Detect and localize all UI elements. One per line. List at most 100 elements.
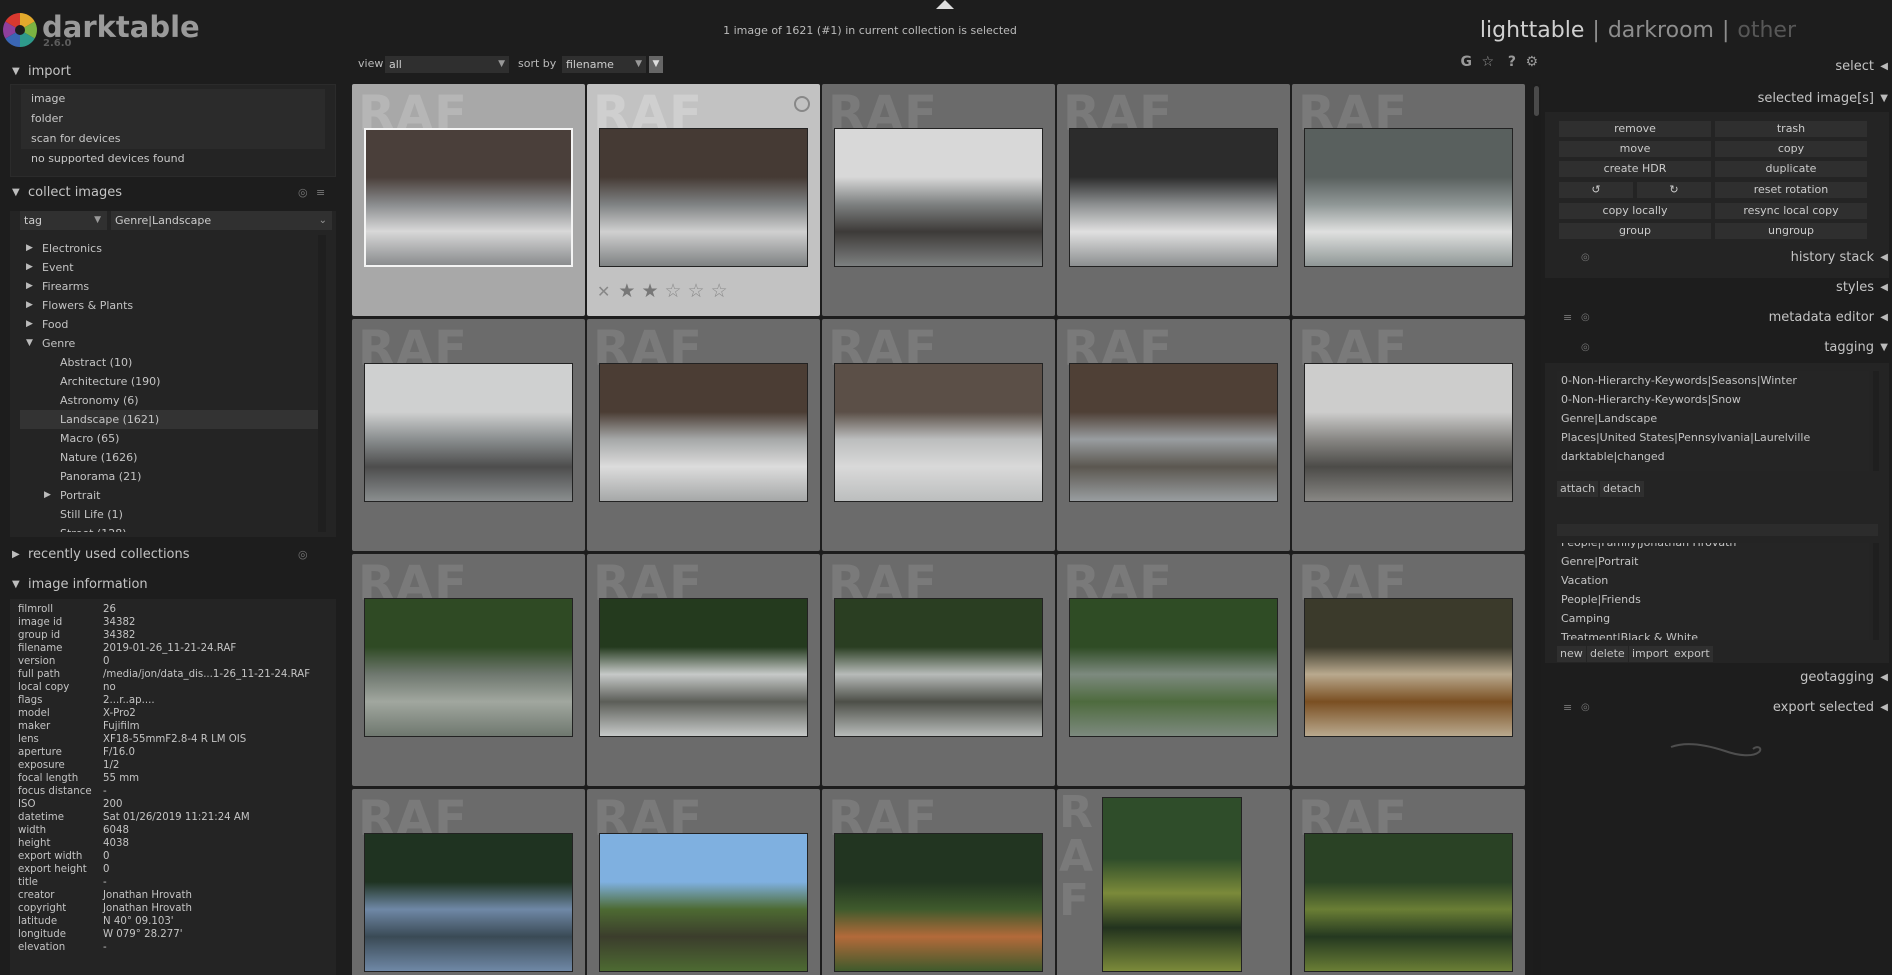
new-tag-button[interactable]: new bbox=[1557, 646, 1586, 662]
reset-icon[interactable]: ◎ bbox=[298, 543, 308, 567]
copy-button[interactable]: copy bbox=[1715, 141, 1867, 157]
tag-tree-scrollbar[interactable] bbox=[318, 235, 326, 532]
thumbnail-cell[interactable]: RAF bbox=[352, 789, 585, 975]
thumbnail-cell[interactable]: RAF bbox=[352, 554, 585, 786]
tree-item[interactable]: ▶ Event bbox=[20, 258, 326, 277]
star-filled-icon[interactable]: ★ bbox=[641, 280, 658, 302]
attached-tag-item[interactable]: Places|United States|Pennsylvania|Laurel… bbox=[1557, 428, 1869, 447]
tag-entry-input[interactable] bbox=[1557, 524, 1878, 536]
thumbnail-cell[interactable]: RAF bbox=[822, 84, 1055, 316]
thumbnail-image[interactable] bbox=[599, 363, 808, 502]
reset-icon[interactable]: ◎ bbox=[1581, 303, 1590, 333]
star-rating[interactable]: ✕ ★ ★ ☆ ☆ ☆ bbox=[597, 280, 734, 302]
remove-button[interactable]: remove bbox=[1559, 121, 1711, 137]
grid-scrollbar-thumb[interactable] bbox=[1534, 86, 1539, 116]
star-overlay-icon[interactable]: ☆ bbox=[1481, 54, 1494, 70]
dictionary-tag-item[interactable]: Camping bbox=[1557, 609, 1869, 628]
thumbnail-image[interactable] bbox=[364, 363, 573, 502]
star-empty-icon[interactable]: ☆ bbox=[688, 280, 705, 302]
attached-tag-item[interactable]: darktable|changed bbox=[1557, 447, 1869, 466]
thumbnail-image[interactable] bbox=[834, 128, 1043, 267]
view-other[interactable]: other bbox=[1737, 18, 1796, 43]
tree-item[interactable]: Nature (1626) bbox=[20, 448, 326, 467]
thumbnail-image[interactable] bbox=[1069, 128, 1278, 267]
thumbnail-image[interactable] bbox=[364, 833, 573, 972]
star-empty-icon[interactable]: ☆ bbox=[711, 280, 728, 302]
view-lighttable[interactable]: lighttable bbox=[1480, 18, 1584, 43]
move-button[interactable]: move bbox=[1559, 141, 1711, 157]
reset-icon[interactable]: ◎ bbox=[1581, 333, 1590, 363]
reset-icon[interactable]: ◎ bbox=[298, 181, 308, 205]
metadata-editor-header[interactable]: ≡ ◎ metadata editor ◀ bbox=[1545, 303, 1892, 333]
star-filled-icon[interactable]: ★ bbox=[618, 280, 635, 302]
thumbnail-cell[interactable]: R A F bbox=[1057, 789, 1290, 975]
detach-button[interactable]: detach bbox=[1600, 481, 1644, 497]
attached-tags-scrollbar[interactable] bbox=[1873, 371, 1879, 471]
presets-icon[interactable]: ≡ bbox=[1563, 303, 1572, 333]
copy-locally-button[interactable]: copy locally bbox=[1559, 203, 1711, 219]
styles-header[interactable]: styles ◀ bbox=[1545, 273, 1892, 303]
selected-images-header[interactable]: selected image[s] ▼ bbox=[1545, 86, 1892, 112]
thumbnail-image[interactable] bbox=[1069, 363, 1278, 502]
tree-item[interactable]: Astronomy (6) bbox=[20, 391, 326, 410]
group-icon[interactable] bbox=[794, 96, 810, 112]
thumbnail-image[interactable] bbox=[599, 598, 808, 737]
thumbnail-cell[interactable]: RAF bbox=[822, 789, 1055, 975]
view-filter-select[interactable]: all ▼ bbox=[385, 56, 509, 73]
thumbnail-cell[interactable]: RAF bbox=[352, 84, 585, 316]
expander-right-icon[interactable]: ▶ bbox=[26, 296, 33, 315]
export-tags-button[interactable]: export bbox=[1671, 646, 1713, 662]
dictionary-tag-item[interactable]: Treatment|Black & White bbox=[1557, 628, 1869, 640]
dictionary-tag-item[interactable]: Genre|Portrait bbox=[1557, 552, 1869, 571]
preferences-gear-icon[interactable]: ⚙ bbox=[1525, 54, 1538, 70]
attached-tag-item[interactable]: Genre|Landscape bbox=[1557, 409, 1869, 428]
collect-query-input[interactable]: Genre|Landscape ⌄ bbox=[111, 211, 332, 230]
import-image-button[interactable]: image bbox=[21, 89, 325, 109]
thumbnail-cell[interactable]: RAF ✕ ★ ★ ☆ ☆ ☆ bbox=[587, 84, 820, 316]
thumbnail-cell[interactable]: RAF bbox=[1292, 789, 1525, 975]
thumbnail-image[interactable] bbox=[1304, 833, 1513, 972]
thumbnail-cell[interactable]: RAF bbox=[822, 319, 1055, 551]
star-empty-icon[interactable]: ☆ bbox=[665, 280, 682, 302]
scan-devices-button[interactable]: scan for devices bbox=[21, 129, 325, 149]
duplicate-button[interactable]: duplicate bbox=[1715, 161, 1867, 177]
thumbnail-cell[interactable]: RAF bbox=[1057, 319, 1290, 551]
expander-down-icon[interactable]: ▼ bbox=[26, 334, 33, 353]
grid-scrollbar[interactable] bbox=[1533, 84, 1541, 975]
presets-icon[interactable]: ≡ bbox=[1563, 693, 1572, 723]
rotate-ccw-button[interactable]: ↺ bbox=[1559, 182, 1633, 198]
thumbnail-cell[interactable]: RAF bbox=[1292, 554, 1525, 786]
thumbnail-cell[interactable]: RAF bbox=[1292, 319, 1525, 551]
tree-item[interactable]: Street (128) bbox=[20, 524, 326, 532]
thumbnail-image[interactable] bbox=[834, 363, 1043, 502]
tree-item[interactable]: ▼ Genre bbox=[20, 334, 326, 353]
thumbnail-cell[interactable]: RAF bbox=[1057, 554, 1290, 786]
tree-item[interactable]: ▶ Firearms bbox=[20, 277, 326, 296]
reset-icon[interactable]: ◎ bbox=[1581, 693, 1590, 723]
collect-property-select[interactable]: tag ▼ bbox=[20, 211, 107, 230]
import-tags-button[interactable]: import bbox=[1629, 646, 1672, 662]
thumbnail-image[interactable] bbox=[364, 128, 573, 267]
thumbnail-cell[interactable]: RAF bbox=[587, 319, 820, 551]
export-selected-header[interactable]: ≡ ◎ export selected ◀ bbox=[1545, 693, 1892, 723]
tree-item[interactable]: ▶ Portrait bbox=[20, 486, 326, 505]
reset-rotation-button[interactable]: reset rotation bbox=[1715, 182, 1867, 198]
rotate-cw-button[interactable]: ↻ bbox=[1637, 182, 1711, 198]
thumbnail-image[interactable] bbox=[1304, 598, 1513, 737]
thumbnail-cell[interactable]: RAF bbox=[587, 789, 820, 975]
thumbnail-image[interactable] bbox=[599, 128, 808, 267]
thumbnail-cell[interactable]: RAF bbox=[1057, 84, 1290, 316]
thumbnail-cell[interactable]: RAF bbox=[822, 554, 1055, 786]
tree-item[interactable]: Landscape (1621) bbox=[20, 410, 326, 429]
tagging-header[interactable]: ◎ tagging ▼ bbox=[1545, 333, 1892, 363]
thumbnail-image[interactable] bbox=[1069, 598, 1278, 737]
dictionary-tag-item[interactable]: People|Family|Jonathan Hrovath bbox=[1557, 543, 1869, 552]
create-hdr-button[interactable]: create HDR bbox=[1559, 161, 1711, 177]
thumbnail-image[interactable] bbox=[834, 833, 1043, 972]
tree-item[interactable]: Architecture (190) bbox=[20, 372, 326, 391]
thumbnail-image[interactable] bbox=[599, 833, 808, 972]
expander-right-icon[interactable]: ▶ bbox=[26, 258, 33, 277]
thumbnail-image[interactable] bbox=[834, 598, 1043, 737]
sort-select[interactable]: filename ▼ bbox=[562, 56, 646, 73]
reject-icon[interactable]: ✕ bbox=[597, 282, 610, 301]
